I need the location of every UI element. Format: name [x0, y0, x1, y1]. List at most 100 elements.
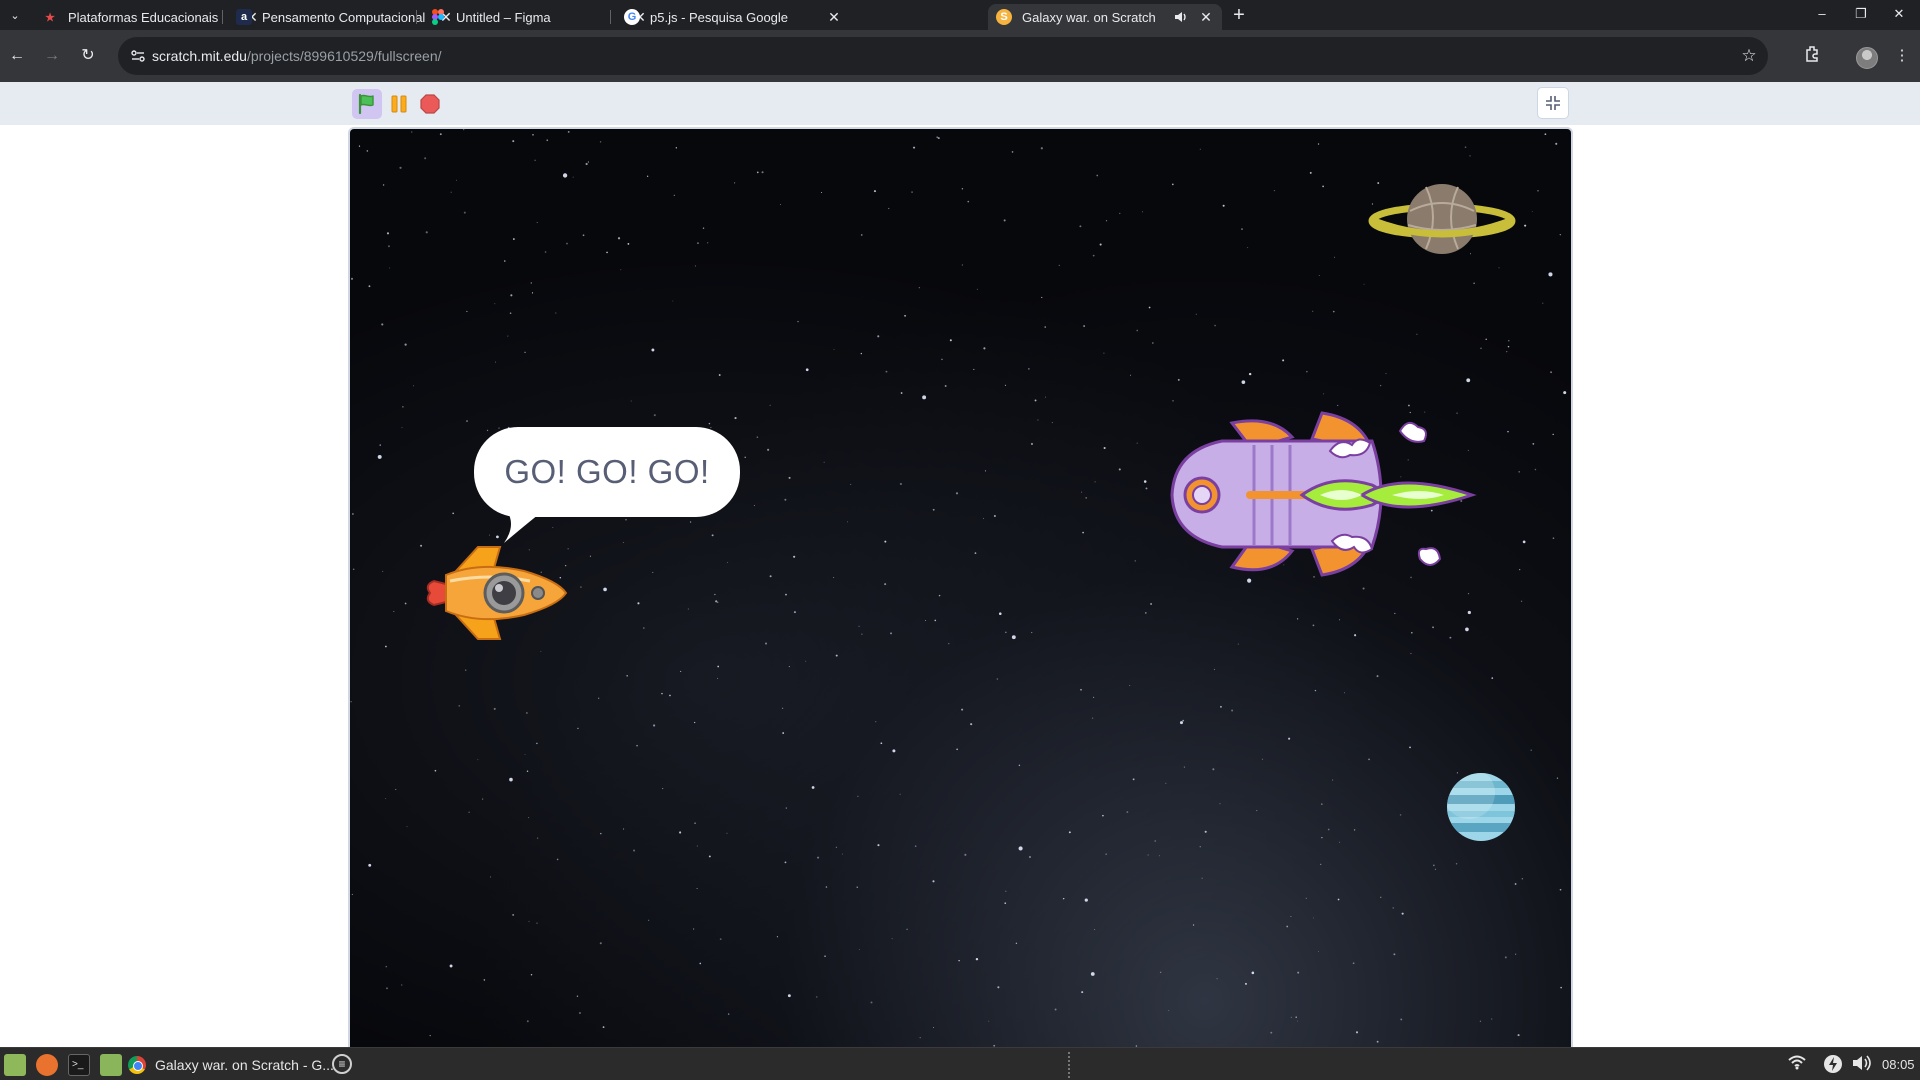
- star: [1150, 603, 1152, 605]
- volume-icon[interactable]: [1850, 1054, 1872, 1076]
- files-icon[interactable]: [100, 1054, 122, 1076]
- menu-icon[interactable]: [4, 1054, 26, 1076]
- star: [562, 173, 568, 178]
- close-icon[interactable]: ✕: [1198, 9, 1214, 26]
- star: [1144, 612, 1147, 614]
- stop-button[interactable]: [415, 89, 445, 119]
- star: [1079, 225, 1082, 228]
- star: [1394, 612, 1396, 614]
- speaker-icon[interactable]: [1174, 10, 1190, 24]
- terminal-icon[interactable]: >_: [68, 1054, 90, 1076]
- star: [1560, 986, 1562, 989]
- taskbar-app-chrome[interactable]: Galaxy war. on Scratch - G...: [128, 1053, 334, 1077]
- star: [1220, 705, 1222, 708]
- star: [1542, 302, 1544, 304]
- workspace-switcher-icon[interactable]: ≡: [332, 1054, 352, 1074]
- star: [961, 264, 963, 266]
- star: [1352, 962, 1355, 965]
- tab-search-button[interactable]: ⌄: [4, 4, 26, 26]
- star: [1004, 384, 1007, 386]
- star: [1241, 380, 1246, 385]
- star: [1273, 190, 1276, 192]
- star: [955, 492, 959, 495]
- star: [1084, 898, 1088, 902]
- star: [679, 831, 682, 834]
- address-bar[interactable]: scratch.mit.edu/projects/899610529/fulls…: [118, 37, 1768, 75]
- star: [805, 660, 807, 662]
- star: [707, 242, 709, 244]
- back-button[interactable]: ←: [5, 44, 29, 68]
- star: [861, 633, 863, 635]
- star: [932, 508, 935, 511]
- star: [694, 265, 696, 267]
- power-icon[interactable]: [1822, 1054, 1844, 1076]
- extensions-icon[interactable]: [1801, 44, 1825, 68]
- star: [1411, 631, 1413, 634]
- kebab-menu-icon[interactable]: ⋮: [1890, 44, 1914, 68]
- site-settings-icon[interactable]: [130, 48, 146, 64]
- star: [598, 697, 600, 699]
- star: [1327, 828, 1330, 831]
- profile-avatar[interactable]: [1856, 47, 1878, 69]
- wifi-icon[interactable]: [1786, 1054, 1808, 1076]
- star: [580, 586, 582, 588]
- star: [1082, 531, 1084, 534]
- star: [697, 242, 699, 244]
- star: [961, 708, 964, 711]
- star: [948, 643, 950, 645]
- pause-button[interactable]: [384, 89, 414, 119]
- firefox-icon[interactable]: [36, 1054, 58, 1076]
- star: [402, 406, 404, 408]
- star: [984, 470, 987, 472]
- star: [900, 392, 903, 394]
- star: [884, 583, 887, 586]
- star: [1090, 972, 1095, 976]
- green-flag-button[interactable]: [352, 89, 382, 119]
- tab-galaxy-war[interactable]: S Galaxy war. on Scratch ✕: [988, 4, 1222, 30]
- star: [1312, 310, 1314, 312]
- star: [1119, 212, 1121, 215]
- star: [970, 723, 973, 726]
- tab-separator: [222, 10, 223, 24]
- star: [1467, 593, 1470, 595]
- star: [389, 267, 391, 269]
- speech-bubble-text: GO! GO! GO!: [504, 453, 710, 490]
- star: [793, 611, 796, 614]
- star: [463, 211, 466, 214]
- tab-title: Plataformas Educacionais: [68, 9, 219, 25]
- star: [643, 627, 645, 629]
- star: [675, 147, 677, 149]
- star: [1550, 371, 1553, 374]
- star: [1465, 627, 1469, 632]
- star: [938, 594, 941, 597]
- star: [555, 312, 557, 314]
- tab-title: p5.js - Pesquisa Google: [650, 9, 789, 25]
- star: [382, 570, 384, 572]
- star: [1213, 668, 1216, 671]
- star: [425, 231, 428, 234]
- close-icon[interactable]: ✕: [826, 9, 842, 26]
- star: [1314, 689, 1317, 692]
- close-window-icon[interactable]: ✕: [1889, 6, 1909, 24]
- tab-separator: [610, 10, 611, 24]
- star: [767, 448, 770, 451]
- exit-fullscreen-button[interactable]: [1537, 87, 1569, 119]
- new-tab-button[interactable]: +: [1228, 4, 1250, 26]
- star: [587, 161, 590, 163]
- tab-p5js-search[interactable]: G p5.js - Pesquisa Google ✕: [616, 4, 850, 30]
- scratch-stage[interactable]: GO! GO! GO!: [348, 127, 1573, 1047]
- star: [449, 964, 453, 968]
- star: [387, 245, 390, 248]
- restore-icon[interactable]: ❐: [1851, 6, 1871, 24]
- bookmark-star-icon[interactable]: ☆: [1738, 45, 1760, 67]
- star: [385, 798, 387, 800]
- star: [715, 600, 718, 603]
- star: [1145, 487, 1148, 490]
- reload-button[interactable]: ↻: [76, 44, 100, 68]
- minimize-icon[interactable]: –: [1812, 6, 1832, 24]
- star: [393, 611, 395, 613]
- star: [1507, 345, 1510, 348]
- star: [788, 666, 790, 668]
- star: [890, 632, 892, 635]
- forward-button[interactable]: →: [40, 44, 64, 68]
